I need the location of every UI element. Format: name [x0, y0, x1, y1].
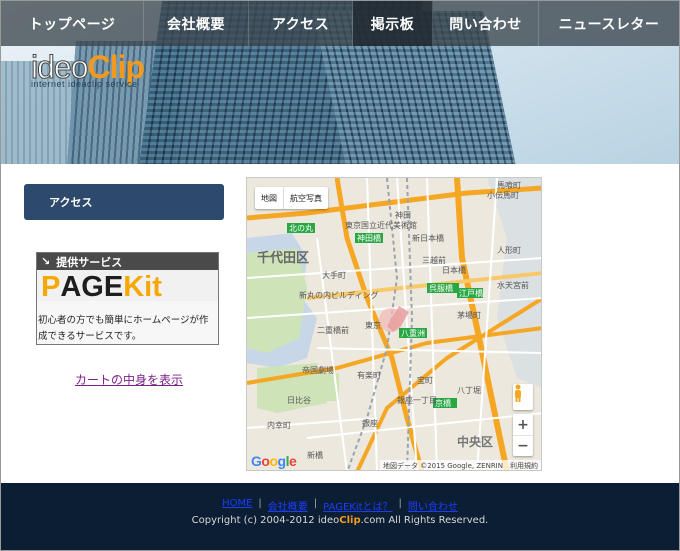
site-footer: HOME | 会社概要 | PAGEKitとは？ | 問い合わせ Copyrig… [1, 483, 679, 550]
service-description: 初心者の方でも簡単にホームページが作成できるサービスです。 [37, 301, 218, 344]
svg-text:神田: 神田 [395, 210, 411, 220]
google-logo[interactable]: Google [251, 453, 297, 469]
copyright: Copyright (c) 2004-2012 ideoClip.com All… [191, 515, 489, 526]
svg-text:帝国劇場: 帝国劇場 [302, 365, 334, 375]
svg-text:二重橋前: 二重橋前 [317, 325, 349, 335]
pagekit-banner[interactable]: ↘ 提供サービス P AGE Kit 初心者の方でも簡単にホームページが作成できるサ… [36, 252, 219, 345]
svg-text:新日本橋: 新日本橋 [412, 233, 444, 243]
svg-text:呉服橋: 呉服橋 [429, 283, 453, 293]
svg-text:八重洲: 八重洲 [401, 328, 425, 338]
global-nav: トップページ 会社概要 アクセス 掲示板 問い合わせ ニュースレター [1, 1, 679, 46]
google-map[interactable]: 神田橋 呉服橋 江戸橋 八重洲 京橋 北の丸 千代田区 中央区 東京 神田 大手… [246, 177, 542, 471]
nav-item-top[interactable]: トップページ [1, 1, 144, 46]
svg-text:千代田区: 千代田区 [257, 250, 309, 266]
svg-text:神田橋: 神田橋 [357, 233, 381, 243]
site-logo[interactable]: ideoClip internet ideaclip service [31, 51, 145, 91]
nav-item-company[interactable]: 会社概要 [144, 1, 249, 46]
map-attribution[interactable]: 地図データ ©2015 Google, ZENRIN 利用規約 [379, 460, 541, 470]
svg-text:銀座一丁目: 銀座一丁目 [397, 395, 437, 405]
svg-text:内幸町: 内幸町 [267, 420, 291, 430]
footer-link-company[interactable]: 会社概要 [262, 498, 314, 513]
pegman-icon[interactable] [513, 384, 533, 410]
logo-tagline: internet ideaclip service [31, 79, 138, 89]
svg-text:中央区: 中央区 [457, 434, 493, 449]
zoom-in-button[interactable]: + [513, 414, 533, 435]
header-banner: トップページ 会社概要 アクセス 掲示板 問い合わせ ニュースレター ideoC… [1, 1, 679, 164]
svg-text:日比谷: 日比谷 [287, 395, 311, 405]
svg-text:江戸橋: 江戸橋 [459, 288, 483, 298]
svg-text:新丸の内ビルディング: 新丸の内ビルディング [299, 290, 378, 300]
map-type-control: 地図 航空写真 [255, 187, 328, 209]
arrow-down-right-icon: ↘ [41, 255, 51, 268]
svg-text:水天宮前: 水天宮前 [497, 280, 529, 290]
footer-link-home[interactable]: HOME [216, 498, 258, 513]
zoom-out-button[interactable]: − [513, 435, 533, 456]
map-canvas[interactable]: 神田橋 呉服橋 江戸橋 八重洲 京橋 北の丸 千代田区 中央区 東京 神田 大手… [247, 178, 542, 471]
sidebar-heading: アクセス [24, 184, 224, 220]
svg-text:馬喰町: 馬喰町 [497, 180, 521, 190]
map-type-satellite[interactable]: 航空写真 [283, 187, 328, 209]
svg-text:有楽町: 有楽町 [357, 370, 381, 380]
footer-link-pagekit[interactable]: PAGEKitとは？ [317, 498, 398, 513]
svg-text:北の丸: 北の丸 [289, 223, 313, 233]
svg-text:大手町: 大手町 [322, 270, 346, 280]
nav-item-contact[interactable]: 問い合わせ [433, 1, 539, 46]
zoom-control: + − [513, 414, 533, 456]
svg-text:新橋: 新橋 [307, 450, 323, 460]
map-type-roadmap[interactable]: 地図 [255, 187, 283, 209]
svg-text:宝町: 宝町 [417, 375, 433, 385]
svg-text:東京: 東京 [365, 320, 381, 330]
nav-item-newsletter[interactable]: ニュースレター [539, 1, 679, 46]
pagekit-logo: P AGE Kit [37, 270, 218, 302]
nav-item-access[interactable]: アクセス [249, 1, 353, 46]
svg-text:人形町: 人形町 [497, 246, 521, 255]
svg-text:八丁堀: 八丁堀 [457, 386, 481, 395]
svg-text:三越前: 三越前 [422, 255, 446, 265]
svg-text:日本橋: 日本橋 [442, 265, 466, 275]
footer-nav: HOME | 会社概要 | PAGEKitとは？ | 問い合わせ [1, 498, 679, 513]
svg-text:東京国立近代美術館: 東京国立近代美術館 [345, 220, 417, 230]
svg-text:茅場町: 茅場町 [457, 310, 481, 320]
cart-link[interactable]: カートの中身を表示 [75, 371, 183, 388]
service-tag: ↘ 提供サービス [37, 253, 218, 270]
svg-text:京橋: 京橋 [435, 398, 451, 408]
nav-item-board[interactable]: 掲示板 [353, 1, 433, 46]
footer-link-contact[interactable]: 問い合わせ [402, 498, 464, 513]
svg-text:小伝馬町: 小伝馬町 [487, 190, 519, 200]
svg-text:銀座: 銀座 [362, 418, 378, 428]
